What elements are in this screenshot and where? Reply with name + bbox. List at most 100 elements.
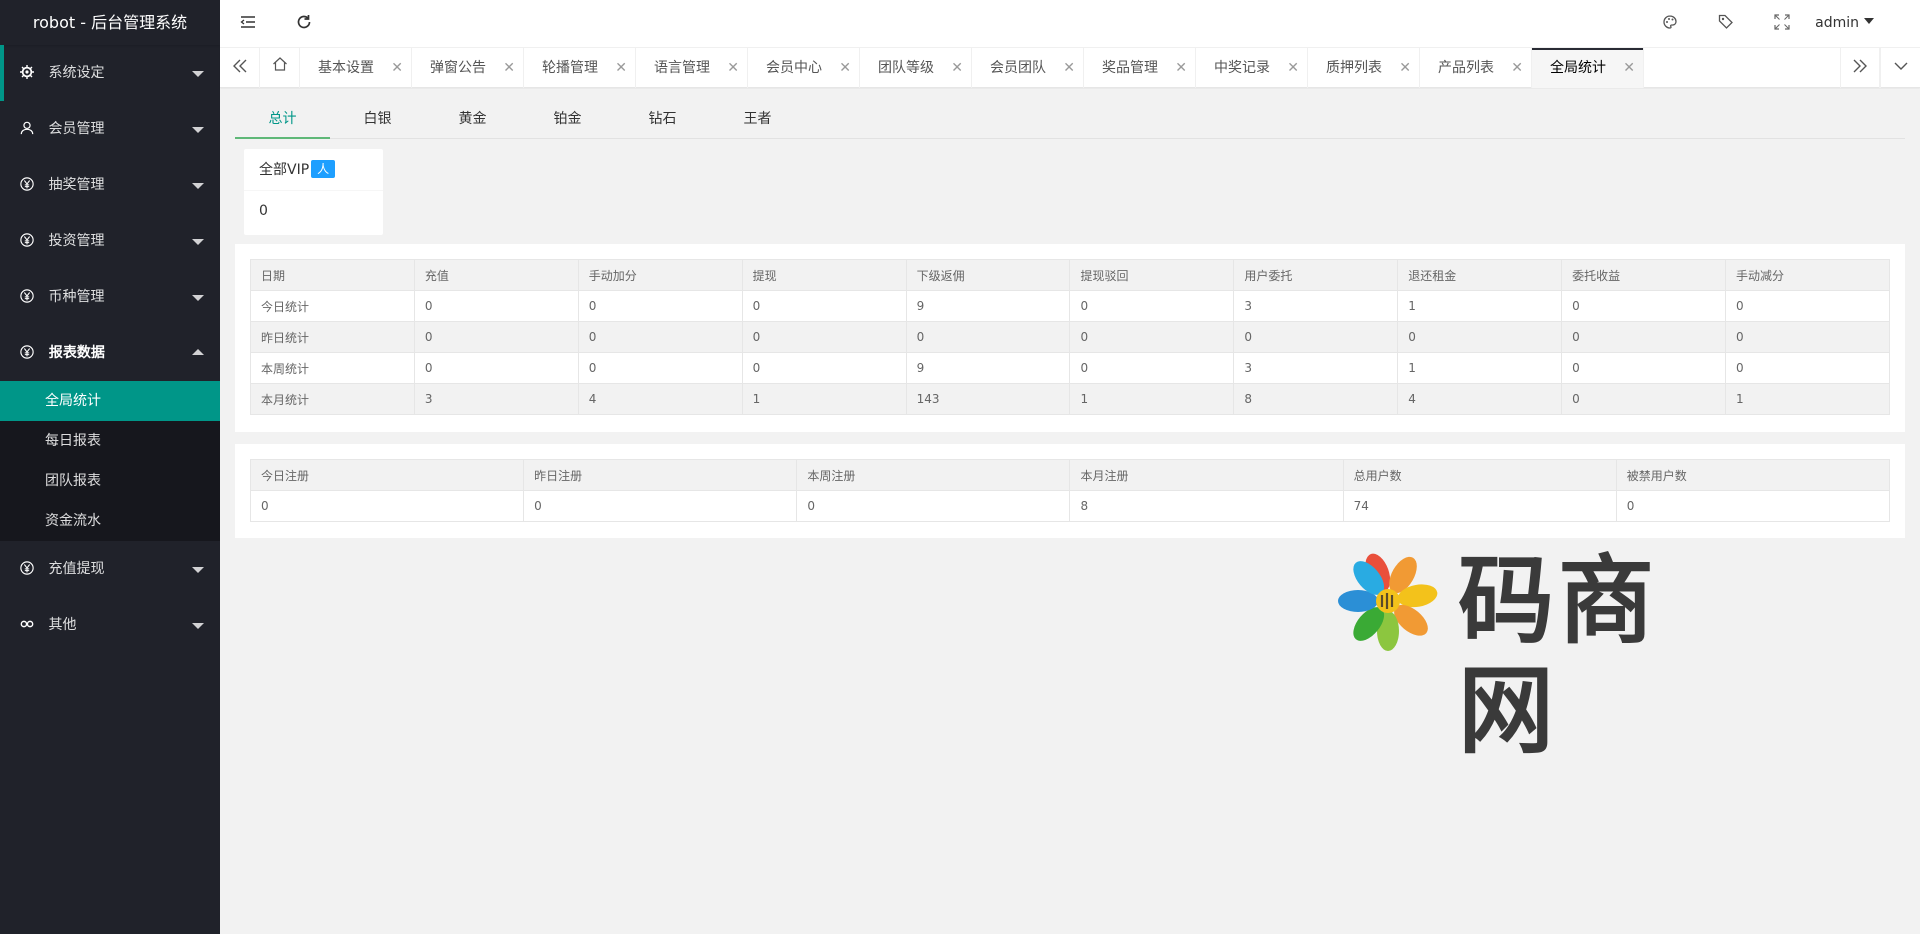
theme-button[interactable]: [1642, 0, 1698, 48]
column-header: 委托收益: [1561, 259, 1727, 291]
close-icon[interactable]: ✕: [951, 48, 963, 88]
table-cell: 0: [1725, 290, 1890, 322]
sidebar-item-recharge-withdraw[interactable]: 充值提现: [0, 541, 220, 597]
close-icon[interactable]: ✕: [391, 48, 403, 88]
home-icon: [272, 48, 288, 88]
subnav-item-global-stats[interactable]: 全局统计: [0, 381, 220, 421]
tab-prize-management[interactable]: 奖品管理 ✕: [1084, 48, 1196, 88]
app-title: robot - 后台管理系统: [0, 0, 220, 45]
user-menu[interactable]: admin: [1815, 0, 1874, 48]
level-tab-gold[interactable]: 黄金: [425, 99, 520, 138]
tab-winning-records[interactable]: 中奖记录 ✕: [1196, 48, 1308, 88]
close-icon[interactable]: ✕: [1623, 48, 1635, 88]
level-tab-silver[interactable]: 白银: [330, 99, 425, 138]
table-cell: 3: [1233, 290, 1399, 322]
table-cell: 4: [577, 383, 743, 415]
column-header: 退还租金: [1397, 259, 1563, 291]
level-tab-platinum[interactable]: 铂金: [520, 99, 615, 138]
tab-global-stats[interactable]: 全局统计 ✕: [1532, 48, 1644, 88]
close-icon[interactable]: ✕: [1399, 48, 1411, 88]
subnav-item-daily-report[interactable]: 每日报表: [0, 421, 220, 461]
sidebar-item-label: 其他: [48, 617, 77, 633]
close-icon[interactable]: ✕: [1511, 48, 1523, 88]
tab-basic-settings[interactable]: 基本设置 ✕: [300, 48, 412, 88]
link-icon: [20, 617, 34, 631]
sidebar-item-system-settings[interactable]: 系统设定: [0, 45, 220, 101]
tab-pledge-list[interactable]: 质押列表 ✕: [1308, 48, 1420, 88]
double-chevron-right-icon: [1852, 58, 1868, 78]
table-cell: 0: [1615, 490, 1891, 522]
table-cell: 74: [1342, 490, 1617, 522]
sidebar-item-lottery-management[interactable]: 抽奖管理: [0, 157, 220, 213]
sidebar-item-report-data[interactable]: 报表数据: [0, 325, 220, 381]
table-cell: 0: [577, 352, 743, 384]
vip-label: 全部VIP: [259, 162, 310, 178]
caret-down-icon: [1864, 18, 1874, 24]
sidebar-item-member-management[interactable]: 会员管理: [0, 101, 220, 157]
menu-toggle-button[interactable]: [220, 0, 276, 48]
table-header-row: 日期 充值 手动加分 提现 下级返佣 提现驳回 用户委托 退还租金 委托收益 手…: [250, 259, 1890, 291]
table-cell: 0: [523, 490, 798, 522]
table-row: 0 0 0 8 74 0: [249, 490, 1891, 522]
sidebar-item-label: 币种管理: [48, 289, 105, 305]
table-cell: 0: [741, 290, 907, 322]
column-header: 日期: [250, 259, 415, 291]
sidebar-item-other[interactable]: 其他: [0, 597, 220, 653]
table-cell: 9: [905, 352, 1071, 384]
table-cell: 0: [1397, 321, 1563, 353]
level-tab-king[interactable]: 王者: [710, 99, 805, 138]
tab-label: 轮播管理: [542, 60, 598, 76]
fullscreen-button[interactable]: [1754, 0, 1810, 48]
subnav-item-fund-flow[interactable]: 资金流水: [0, 501, 220, 541]
tab-carousel[interactable]: 轮播管理 ✕: [524, 48, 636, 88]
tag-icon: [1718, 14, 1734, 34]
level-tab-diamond[interactable]: 钻石: [615, 99, 710, 138]
close-icon[interactable]: ✕: [1175, 48, 1187, 88]
tab-member-center[interactable]: 会员中心 ✕: [748, 48, 860, 88]
yen-icon: [20, 289, 34, 303]
tabs-scroll-left-button[interactable]: [220, 48, 260, 88]
vip-count-card: 全部VIP 人 0: [244, 149, 383, 235]
watermark-text: 码商网: [1458, 545, 1658, 767]
tab-home[interactable]: [260, 48, 300, 88]
close-icon[interactable]: ✕: [615, 48, 627, 88]
tag-button[interactable]: [1698, 0, 1754, 48]
top-header: admin: [220, 0, 1920, 48]
column-header: 总用户数: [1342, 459, 1617, 491]
tab-product-list[interactable]: 产品列表 ✕: [1420, 48, 1532, 88]
tab-popup-notice[interactable]: 弹窗公告 ✕: [412, 48, 524, 88]
tab-language[interactable]: 语言管理 ✕: [636, 48, 748, 88]
table-cell: 8: [1069, 490, 1344, 522]
table-row: 今日统计 0 0 0 9 0 3 1 0 0: [250, 290, 1890, 322]
column-header: 手动减分: [1725, 259, 1890, 291]
table-cell: 昨日统计: [250, 321, 415, 353]
table-row: 本月统计 3 4 1 143 1 8 4 0 1: [250, 383, 1890, 415]
sidebar-item-label: 充值提现: [48, 561, 105, 577]
sidebar-item-currency-management[interactable]: 币种管理: [0, 269, 220, 325]
close-icon[interactable]: ✕: [1287, 48, 1299, 88]
tab-team-level[interactable]: 团队等级 ✕: [860, 48, 972, 88]
close-icon[interactable]: ✕: [727, 48, 739, 88]
table-cell: 9: [905, 290, 1071, 322]
table-cell: 0: [577, 290, 743, 322]
subnav-item-team-report[interactable]: 团队报表: [0, 461, 220, 501]
close-icon[interactable]: ✕: [503, 48, 515, 88]
flower-logo-icon: [1338, 553, 1438, 651]
close-icon[interactable]: ✕: [1063, 48, 1075, 88]
close-icon[interactable]: ✕: [839, 48, 851, 88]
vip-card-header: 全部VIP 人: [244, 149, 383, 191]
table-cell: 3: [413, 383, 579, 415]
table-cell: 0: [249, 490, 525, 522]
tab-member-team[interactable]: 会员团队 ✕: [972, 48, 1084, 88]
tab-label: 团队等级: [878, 60, 934, 76]
sidebar-item-investment-management[interactable]: 投资管理: [0, 213, 220, 269]
sidebar-item-label: 系统设定: [48, 65, 105, 81]
refresh-button[interactable]: [276, 0, 332, 48]
level-tab-total[interactable]: 总计: [235, 99, 330, 139]
table-cell: 0: [577, 321, 743, 353]
chevron-down-icon: [192, 71, 204, 77]
table-cell: 8: [1233, 383, 1399, 415]
tabs-dropdown-button[interactable]: [1880, 48, 1920, 88]
table-cell: 4: [1397, 383, 1563, 415]
tabs-scroll-right-button[interactable]: [1840, 48, 1880, 88]
